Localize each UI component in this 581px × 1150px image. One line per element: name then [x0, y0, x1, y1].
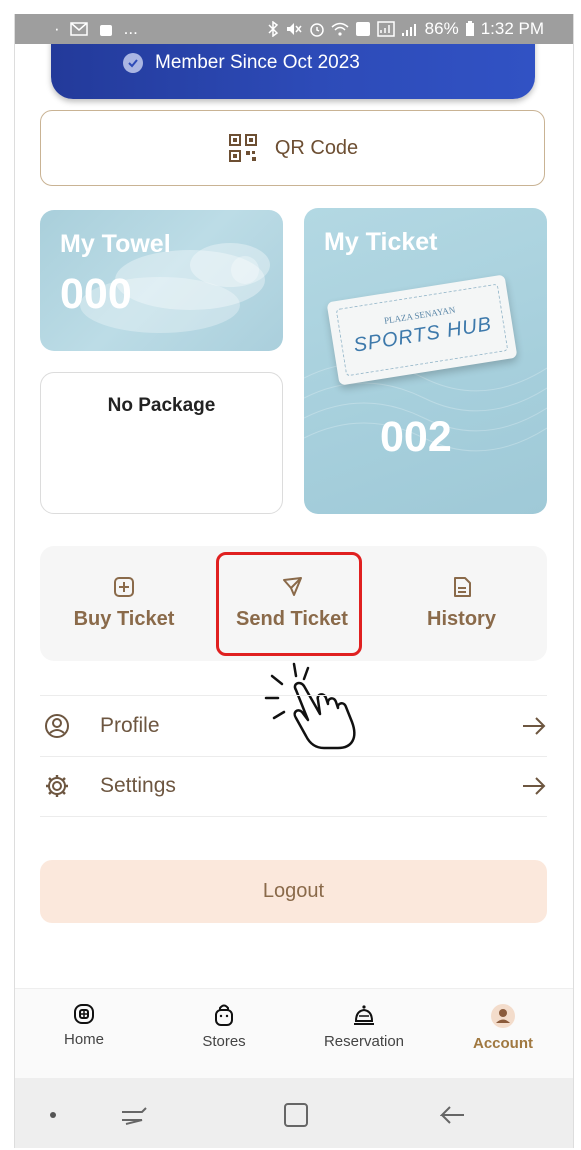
status-notifications: · ...	[54, 19, 138, 39]
nav-home[interactable]: Home	[29, 1003, 139, 1048]
dot-icon[interactable]	[48, 1110, 58, 1120]
battery-percent: 86%	[424, 19, 459, 38]
nav-reservation-label: Reservation	[323, 1033, 405, 1050]
home-icon	[74, 1004, 94, 1024]
wifi-icon	[331, 22, 349, 36]
back-icon[interactable]	[440, 1104, 466, 1126]
avatar-icon	[491, 1004, 515, 1028]
bag-icon	[215, 1004, 233, 1026]
bluetooth-icon	[268, 21, 278, 37]
profile-row[interactable]: Profile	[40, 695, 547, 757]
buy-ticket-label: Buy Ticket	[73, 608, 175, 630]
ticket-count: 002	[380, 413, 452, 461]
settings-row[interactable]: Settings	[40, 756, 547, 817]
logout-button[interactable]: Logout	[40, 860, 547, 923]
nav-account-label: Account	[473, 1035, 533, 1052]
signal-box-icon	[376, 21, 395, 37]
send-ticket-highlight	[216, 552, 362, 656]
package-label: No Package	[107, 395, 216, 416]
more-notifications-icon: ...	[123, 19, 138, 38]
system-nav-bar	[14, 1078, 574, 1148]
profile-label: Profile	[100, 714, 160, 737]
qr-icon	[228, 134, 257, 162]
status-bar: · ... 86% 1:32 PM	[14, 14, 574, 44]
history-label: History	[427, 608, 496, 630]
bell-icon	[354, 1005, 374, 1025]
nav-reservation[interactable]: Reservation	[309, 1003, 419, 1050]
signal-icon	[401, 24, 416, 36]
battery-icon	[465, 21, 474, 36]
nav-stores[interactable]: Stores	[169, 1003, 279, 1050]
member-since-text: Member Since Oct 2023	[155, 52, 360, 73]
mute-icon	[286, 23, 302, 35]
alarm-icon	[309, 23, 324, 37]
mail-icon	[69, 22, 88, 36]
history-button[interactable]: History	[376, 546, 547, 661]
bag-notification-icon	[99, 25, 112, 36]
document-icon	[453, 577, 471, 597]
check-circle-icon	[123, 53, 143, 73]
nav-home-label: Home	[63, 1031, 104, 1048]
logout-label: Logout	[262, 880, 325, 902]
recent-apps-icon[interactable]	[120, 1104, 148, 1126]
home-square-icon[interactable]	[283, 1102, 309, 1128]
call-icon	[355, 22, 370, 36]
user-circle-icon	[40, 713, 94, 739]
clock: 1:32 PM	[480, 19, 544, 38]
towel-title: My Towel	[60, 230, 171, 258]
nav-stores-label: Stores	[202, 1033, 246, 1050]
towel-count: 000	[60, 270, 132, 318]
package-card[interactable]: No Package	[40, 372, 283, 514]
qr-code-label: QR Code	[274, 136, 359, 159]
member-since: Member Since Oct 2023	[123, 52, 360, 74]
arrow-right-icon	[517, 716, 547, 736]
buy-ticket-button[interactable]: Buy Ticket	[40, 546, 208, 661]
status-indicators: 86% 1:32 PM	[267, 19, 544, 39]
gear-icon	[40, 773, 94, 799]
nav-account[interactable]: Account	[448, 1003, 558, 1052]
towel-card[interactable]: My Towel 000	[40, 210, 283, 351]
qr-code-button[interactable]: QR Code	[40, 110, 545, 186]
phone-screen: Member Since Oct 2023 · ... 86% 1:32 PM	[14, 14, 574, 1148]
ticket-title: My Ticket	[324, 228, 438, 256]
arrow-right-icon	[517, 776, 547, 796]
settings-label: Settings	[100, 774, 176, 797]
bottom-nav: Home Stores Reservation Account	[14, 988, 574, 1079]
dot-icon: ·	[54, 19, 60, 38]
ticket-card[interactable]: My Ticket PLAZA SENAYAN SPORTS HUB 002	[304, 208, 547, 514]
plus-square-icon	[114, 577, 134, 597]
